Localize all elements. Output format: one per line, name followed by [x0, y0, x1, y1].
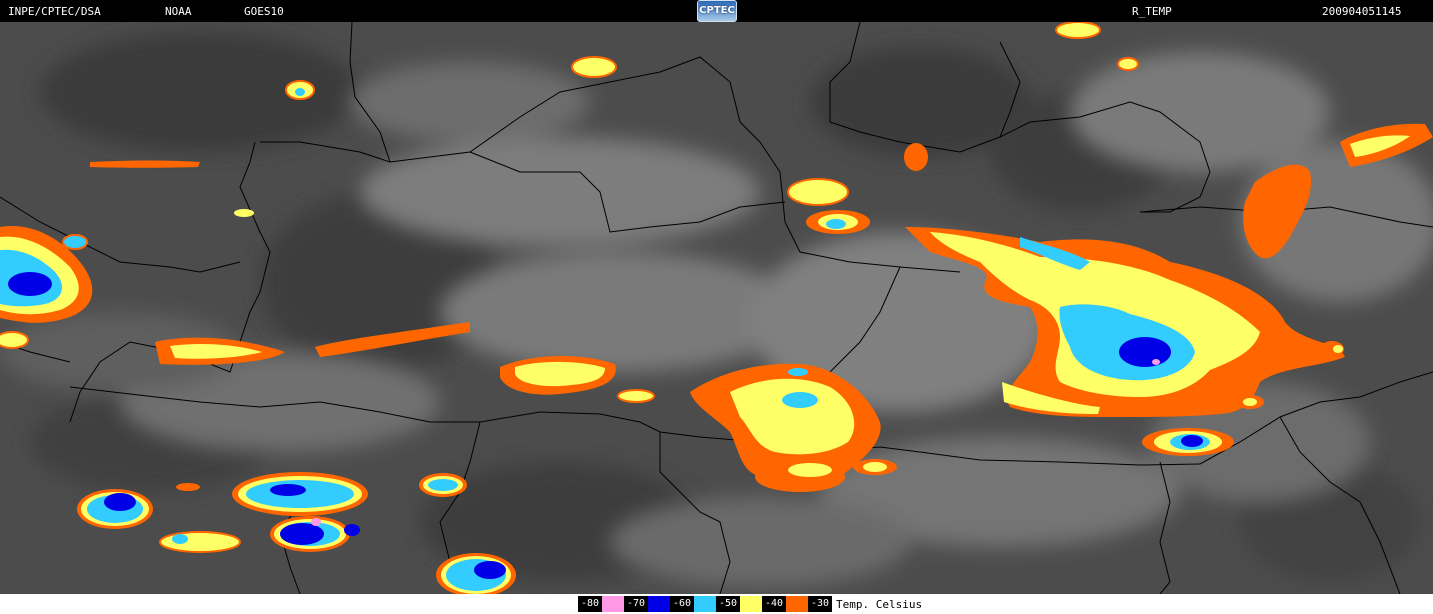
- legend-bar: -80 -70 -60 -50 -40 -30 Temp. Celsius: [0, 594, 1433, 614]
- legend-label-minus40: -40: [762, 596, 786, 612]
- legend-label-minus30: -30: [808, 596, 832, 612]
- legend-swatch-blue: [648, 596, 670, 612]
- satellite-label: GOES10: [244, 5, 284, 18]
- legend-swatch-cyan: [694, 596, 716, 612]
- temperature-legend: -80 -70 -60 -50 -40 -30 Temp. Celsius: [578, 596, 922, 612]
- legend-swatch-orange: [786, 596, 808, 612]
- timestamp-label: 200904051145: [1322, 5, 1402, 18]
- legend-unit: Temp. Celsius: [836, 597, 923, 611]
- product-label: R_TEMP: [1132, 5, 1172, 18]
- legend-swatch-pink: [602, 596, 624, 612]
- legend-label-minus50: -50: [716, 596, 740, 612]
- legend-label-minus70: -70: [624, 596, 648, 612]
- cptec-logo: CPTEC: [697, 0, 737, 22]
- legend-swatch-yellow: [740, 596, 762, 612]
- satellite-map: [0, 22, 1433, 594]
- agency-label: NOAA: [165, 5, 192, 18]
- legend-label-minus80: -80: [578, 596, 602, 612]
- source-label: INPE/CPTEC/DSA: [8, 5, 101, 18]
- header-bar: INPE/CPTEC/DSA NOAA GOES10 CPTEC R_TEMP …: [0, 0, 1433, 22]
- legend-label-minus60: -60: [670, 596, 694, 612]
- satellite-image: [0, 22, 1433, 594]
